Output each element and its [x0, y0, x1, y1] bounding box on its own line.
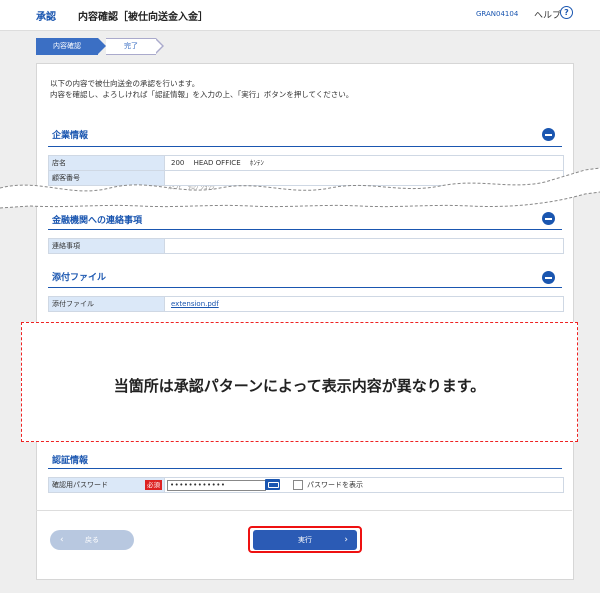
page-break-wave: [0, 167, 600, 209]
password-row: 確認用パスワード 必須 •••••••••••• パスワードを表示: [48, 477, 564, 493]
row-label: 連絡事項: [49, 239, 165, 253]
chevron-right-icon: ›: [344, 535, 348, 545]
footer-divider: [36, 510, 572, 511]
back-button-label: 戻る: [85, 536, 99, 544]
software-keyboard-icon[interactable]: [265, 479, 280, 490]
intro-line: 内容を確認し、よろしければ「認証情報」を入力の上、「実行」ボタンを押してください…: [50, 90, 354, 99]
header-bar: 承認 内容確認［被仕向送金入金］ GRAN04104 ヘルプ ?: [0, 0, 600, 31]
section-divider: [48, 146, 562, 147]
table-row: 添付ファイル extension.pdf: [48, 296, 564, 312]
show-password-checkbox[interactable]: [293, 480, 303, 490]
required-badge: 必須: [145, 480, 162, 490]
step-arrow-inner: [155, 39, 162, 53]
intro-line: 以下の内容で被仕向送金の承認を行います。: [50, 79, 200, 88]
attachment-link[interactable]: extension.pdf: [171, 297, 219, 311]
step-complete: 完了: [106, 38, 156, 55]
step-arrow: [98, 38, 106, 54]
section-title-company: 企業情報: [52, 131, 89, 141]
execute-button[interactable]: 実行 ›: [253, 530, 357, 550]
back-button[interactable]: ‹ 戻る: [50, 530, 134, 550]
category-label: 承認: [36, 12, 56, 23]
screen-code: GRAN04104: [476, 10, 519, 18]
step-confirm: 内容確認: [36, 38, 98, 55]
question-circle-icon[interactable]: ?: [560, 6, 573, 19]
section-title-auth: 認証情報: [52, 456, 89, 466]
section-divider: [48, 229, 562, 230]
show-password-label[interactable]: パスワードを表示: [307, 478, 363, 492]
section-title-contact: 金融機関への連絡事項: [52, 216, 143, 226]
section-title-attachments: 添付ファイル: [52, 273, 107, 283]
row-label: 添付ファイル: [49, 297, 165, 311]
execute-button-label: 実行: [298, 536, 312, 544]
section-divider: [48, 287, 562, 288]
page-title: 内容確認［被仕向送金入金］: [78, 12, 208, 23]
password-input[interactable]: ••••••••••••: [167, 480, 266, 491]
variant-note-text: 当箇所は承認パターンによって表示内容が異なります。: [113, 377, 486, 395]
section-divider: [48, 468, 562, 469]
collapse-icon[interactable]: [542, 128, 555, 141]
help-link[interactable]: ヘルプ: [534, 8, 561, 21]
chevron-left-icon: ‹: [60, 535, 64, 545]
variant-note-box: 当箇所は承認パターンによって表示内容が異なります。: [21, 322, 578, 442]
partial-row-value: ｽﾐﾝﾋﾞ ﾀﾛｳ ｼﾖｳｼﾞ: [168, 186, 218, 190]
intro-text: 以下の内容で被仕向送金の承認を行います。 内容を確認し、よろしければ「認証情報」…: [50, 78, 353, 100]
table-row: 連絡事項: [48, 238, 564, 254]
collapse-icon[interactable]: [542, 212, 555, 225]
collapse-icon[interactable]: [542, 271, 555, 284]
